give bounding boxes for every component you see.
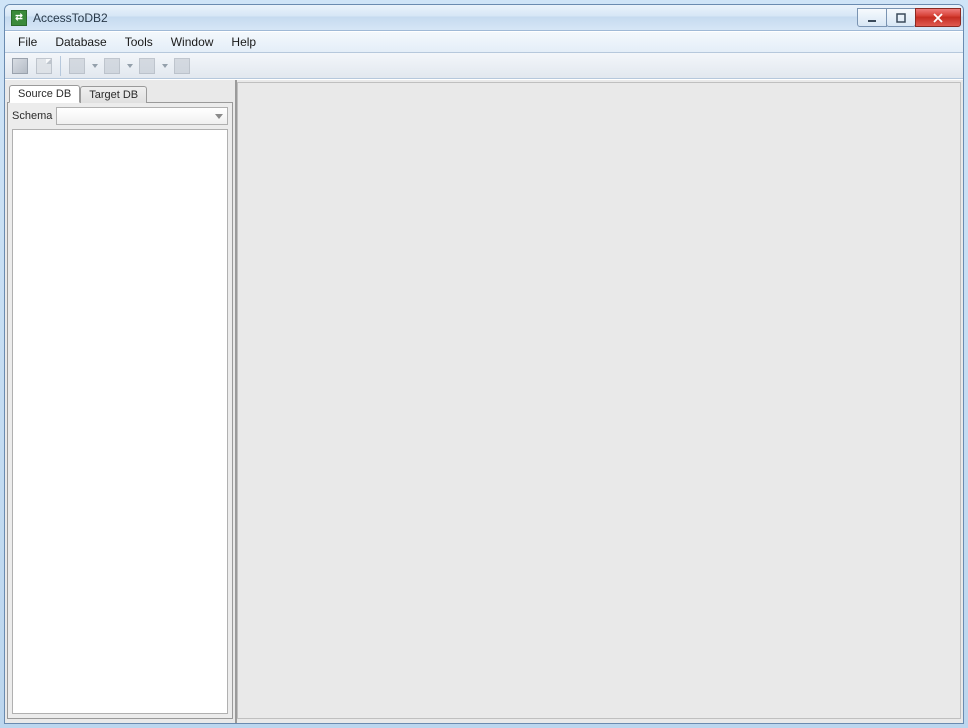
toolbar-export-dropdown[interactable]: [125, 55, 134, 77]
tab-target-db[interactable]: Target DB: [80, 86, 147, 103]
toolbar: [5, 53, 963, 79]
menu-tools[interactable]: Tools: [116, 32, 162, 52]
object-tree[interactable]: [12, 129, 228, 714]
toolbar-run-dropdown[interactable]: [160, 55, 169, 77]
toolbar-import-button[interactable]: [66, 55, 88, 77]
menu-file[interactable]: File: [9, 32, 46, 52]
app-icon: ⇄: [11, 10, 27, 26]
import-icon: [69, 58, 85, 74]
toolbar-stop-button[interactable]: [171, 55, 193, 77]
menu-database[interactable]: Database: [46, 32, 115, 52]
new-icon: [36, 58, 52, 74]
schema-row: Schema: [8, 103, 232, 129]
toolbar-import-dropdown[interactable]: [90, 55, 99, 77]
toolbar-new-button[interactable]: [33, 55, 55, 77]
toolbar-run-button[interactable]: [136, 55, 158, 77]
side-tab-body: Schema: [7, 102, 233, 719]
toolbar-export-button[interactable]: [101, 55, 123, 77]
schema-combo[interactable]: [56, 107, 228, 125]
window-buttons: [858, 8, 961, 27]
side-tabs: Source DB Target DB: [7, 82, 233, 102]
wizard-icon: [12, 58, 28, 74]
close-button[interactable]: [915, 8, 961, 27]
export-icon: [104, 58, 120, 74]
menubar: File Database Tools Window Help: [5, 31, 963, 53]
toolbar-separator: [60, 56, 61, 76]
maximize-button[interactable]: [886, 8, 916, 27]
menu-window[interactable]: Window: [162, 32, 223, 52]
menu-help[interactable]: Help: [222, 32, 265, 52]
tab-source-db[interactable]: Source DB: [9, 85, 80, 103]
schema-label: Schema: [12, 110, 52, 122]
window-title: AccessToDB2: [33, 11, 108, 25]
titlebar: ⇄ AccessToDB2: [5, 5, 963, 31]
minimize-button[interactable]: [857, 8, 887, 27]
side-panel: Source DB Target DB Schema: [5, 80, 237, 723]
client-area: Source DB Target DB Schema: [5, 79, 963, 723]
run-icon: [139, 58, 155, 74]
main-area: [237, 82, 961, 719]
app-window: ⇄ AccessToDB2 File Database Tools Window…: [4, 4, 964, 724]
toolbar-wizard-button[interactable]: [9, 55, 31, 77]
stop-icon: [174, 58, 190, 74]
